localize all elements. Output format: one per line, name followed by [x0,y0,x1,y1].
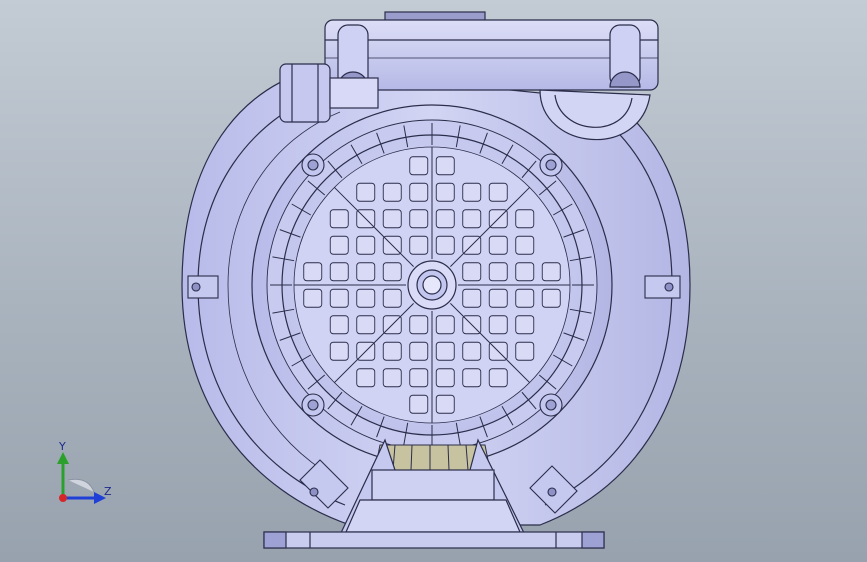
grille-opening [435,235,455,255]
shaft-hub[interactable] [407,260,457,310]
grille-opening [329,235,349,255]
grille-opening [356,182,376,202]
z-axis-label: Z [104,485,112,498]
grille-opening [382,288,402,308]
base-plate[interactable] [263,531,605,549]
grille-opening [382,262,402,282]
grille-opening [541,288,561,308]
grille-opening [462,209,482,229]
y-axis-label: Y [58,440,66,453]
cad-viewport[interactable] [0,0,867,562]
grille-opening [409,156,429,176]
grille-opening [515,288,535,308]
grille-opening [329,288,349,308]
grille-opening [462,341,482,361]
grille-opening [303,288,323,308]
grille-opening [435,182,455,202]
grille-opening [356,315,376,335]
grille-opening [382,341,402,361]
grille-opening [303,262,323,282]
grille-opening [409,368,429,388]
coordinate-triad[interactable]: Y Z [48,440,118,510]
grille-opening [329,315,349,335]
grille-opening [515,262,535,282]
grille-opening [541,262,561,282]
grille-opening [462,368,482,388]
grille-opening [356,262,376,282]
grille-opening [329,209,349,229]
grille-opening [488,315,508,335]
grille-opening [462,262,482,282]
grille-opening [409,209,429,229]
grille-opening [435,341,455,361]
grille-opening [409,235,429,255]
grille-opening [488,368,508,388]
grille-opening [435,156,455,176]
grille-opening [435,209,455,229]
grille-opening [488,288,508,308]
grille-opening [488,262,508,282]
grille-opening [409,341,429,361]
grille-opening [462,288,482,308]
view-orientation-arc [67,478,95,493]
grille-opening [356,235,376,255]
grille-opening [435,315,455,335]
grille-opening [462,182,482,202]
grille-opening [435,368,455,388]
grille-opening [515,315,535,335]
grille-opening [488,235,508,255]
grille-opening [515,209,535,229]
grille-opening [382,182,402,202]
grille-opening [409,315,429,335]
grille-opening [382,368,402,388]
grille-opening [356,288,376,308]
y-axis-head [57,452,69,464]
grille-opening [356,368,376,388]
grille-opening [515,235,535,255]
grille-opening [329,262,349,282]
grille-opening [515,341,535,361]
grille-opening [382,209,402,229]
grille-opening [435,394,455,414]
grille-opening [409,394,429,414]
x-axis-dot [59,494,67,502]
grille-opening [409,182,429,202]
grille-opening [329,341,349,361]
grille-opening [488,182,508,202]
